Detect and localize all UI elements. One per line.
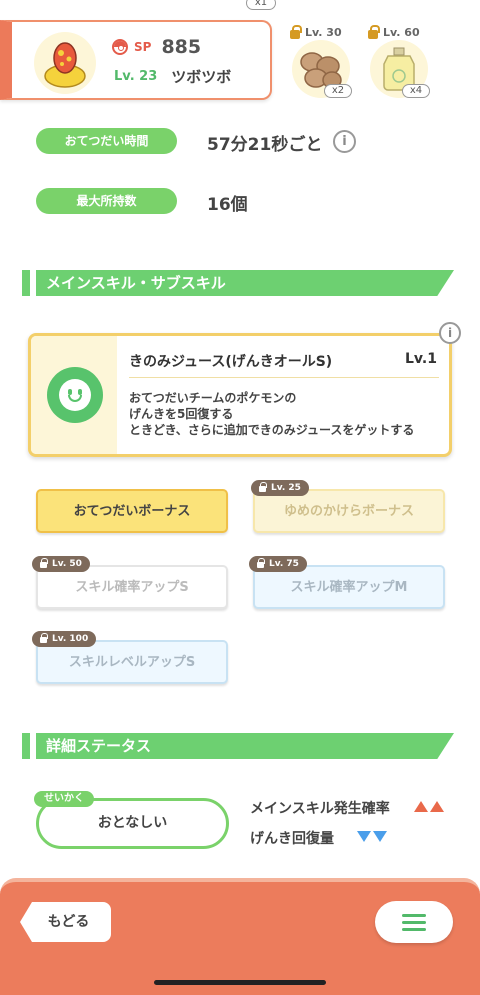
nature-up-effect: メインスキル発生確率 (250, 801, 390, 817)
down-arrow-icon (357, 831, 371, 842)
up-arrow-icon (430, 801, 444, 812)
up-arrow-icon (414, 801, 428, 812)
nature-tag: せいかく (34, 791, 94, 807)
unlock-level-tag: Lv. 100 (32, 631, 97, 647)
lock-icon (259, 482, 267, 492)
pokemon-avatar (34, 32, 96, 94)
lock-icon (40, 558, 48, 568)
section-title: 詳細ステータス (36, 733, 454, 759)
smile-icon (47, 367, 103, 423)
down-arrow-icon (373, 831, 387, 842)
ingredient-level: Lv. 30 (290, 24, 342, 39)
level-row: Lv. 23 ツボツボ (114, 66, 231, 87)
menu-button[interactable] (375, 901, 453, 943)
main-skill-description: おてつだいチームのポケモンの げんきを5回復する ときどき、さらに追加できのみジ… (129, 391, 415, 437)
pokeball-icon (112, 39, 128, 55)
lock-icon (368, 24, 380, 39)
back-button[interactable]: もどる (20, 902, 111, 942)
lock-icon (257, 558, 265, 568)
unlock-level-tag: Lv. 75 (249, 556, 307, 572)
main-skill-level: Lv.1 (405, 351, 437, 367)
lock-icon (290, 24, 302, 39)
section-title: メインスキル・サブスキル (36, 270, 454, 296)
ingredient-slot-2[interactable]: Lv. 60 x4 (368, 24, 432, 98)
max-carry-label: 最大所持数 (36, 188, 177, 214)
sp-row: SP 885 (112, 36, 201, 58)
max-carry-value: 16個 (207, 195, 248, 215)
pokemon-level: Lv. 23 (114, 69, 158, 84)
home-indicator[interactable] (154, 980, 326, 985)
lock-icon (40, 633, 48, 643)
top-count-badge: x1 (246, 0, 276, 10)
help-time-value: 57分21秒ごと (207, 135, 323, 155)
sub-skill-1[interactable]: おてつだいボーナス (36, 489, 228, 533)
ingredient-count: x2 (324, 84, 352, 98)
section-header-skills: メインスキル・サブスキル (22, 270, 454, 296)
ingredient-level: Lv. 60 (368, 24, 420, 39)
ingredient-count: x4 (402, 84, 430, 98)
pokemon-header-card[interactable]: SP 885 Lv. 23 ツボツボ (0, 20, 272, 100)
divider (129, 377, 439, 378)
nature-down-effect: げんき回復量 (250, 831, 334, 847)
info-icon[interactable]: i (333, 130, 356, 153)
unlock-level-tag: Lv. 50 (32, 556, 90, 572)
ingredient-slot-1[interactable]: Lv. 30 x2 (290, 24, 354, 98)
unlock-level-tag: Lv. 25 (251, 480, 309, 496)
main-skill-card[interactable]: きのみジュース(げんきオールS) Lv.1 おてつだいチームのポケモンの げんき… (28, 333, 452, 457)
pokemon-name: ツボツボ (171, 68, 232, 86)
sp-label: SP (134, 40, 152, 54)
sp-value: 885 (161, 36, 202, 58)
help-time-label: おてつだい時間 (36, 128, 177, 154)
section-header-details: 詳細ステータス (22, 733, 454, 759)
main-skill-name: きのみジュース(げんきオールS) (129, 354, 333, 370)
skill-info-icon[interactable]: i (439, 322, 461, 344)
